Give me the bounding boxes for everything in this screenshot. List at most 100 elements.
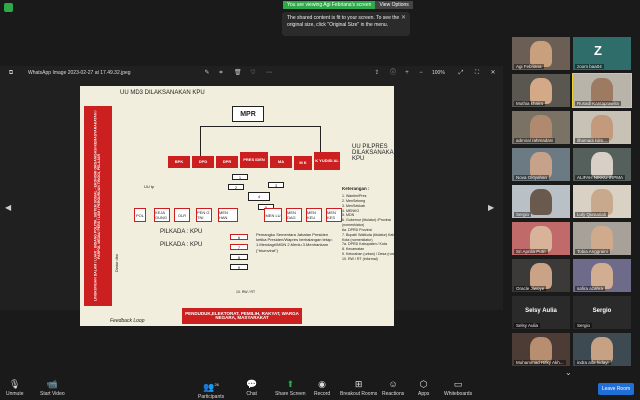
- participant-name-display: Selsy Aulia: [525, 308, 557, 314]
- row-box-menkeu: MEN KEU: [306, 208, 322, 222]
- whiteboard-icon: ▭: [453, 379, 463, 389]
- close-viewer-icon[interactable]: ✕: [490, 70, 496, 76]
- apps-button[interactable]: ⬡ Apps: [418, 379, 429, 398]
- whiteboards-button[interactable]: ▭ Whiteboards: [444, 379, 472, 398]
- leave-room-button[interactable]: Leave Room: [598, 383, 634, 395]
- record-button[interactable]: ◉ Record: [314, 379, 331, 398]
- participant-name: ilhamadi hilm...: [575, 138, 610, 143]
- unmute-button[interactable]: 🎙 Unmute: [6, 379, 24, 398]
- participant-tile[interactable]: Sergio: [512, 185, 570, 218]
- participant-name: Muhammad Rifky Akh...: [514, 360, 566, 365]
- crop-icon[interactable]: ⌗: [218, 70, 224, 76]
- prev-arrow-icon[interactable]: ◀: [5, 203, 11, 212]
- chat-button[interactable]: 💬 Chat: [246, 380, 257, 398]
- favorite-icon[interactable]: ♡: [250, 70, 256, 76]
- pemangku-text: Pemangku Sementara Jabatan Presiden keti…: [256, 232, 333, 253]
- breakout-rooms-button[interactable]: ⊞ Breakout Rooms: [340, 379, 378, 398]
- apps-icon: ⬡: [419, 379, 428, 389]
- participant-tile[interactable]: Zzoom baa04: [573, 37, 631, 70]
- pilkada-label-1: PILKADA : KPU: [160, 229, 203, 235]
- connector-line: [200, 126, 201, 156]
- participant-name: admiral rahmadani: [514, 138, 556, 143]
- slide-title: UU MD3 DILAKSANAKAN KPU: [120, 90, 205, 96]
- participant-tile[interactable]: ALIFAH NIKKU IRPMA: [573, 148, 631, 181]
- participant-tile[interactable]: Sri Aprilia Putri: [512, 222, 570, 255]
- delete-icon[interactable]: 🗑: [234, 70, 242, 76]
- participant-tile[interactable]: ilhamadi hilm...: [573, 111, 631, 144]
- close-icon[interactable]: ✕: [401, 14, 406, 22]
- viewer-toolbar: ⧉ WhatsApp Image 2023-02-27 at 17.49.32.…: [0, 66, 503, 81]
- viewer-menu-icon[interactable]: ⧉: [8, 70, 14, 76]
- participant-tile[interactable]: Rusadi Kantaprawira: [572, 73, 632, 108]
- viewer-title: WhatsApp Image 2023-02-27 at 17.49.32.jp…: [28, 70, 131, 76]
- next-arrow-icon[interactable]: ▶: [488, 203, 494, 212]
- row-box-menlu: MEN LU: [264, 208, 282, 222]
- keterangan-title: Keterangan :: [342, 186, 370, 191]
- people-icon: 👥26: [203, 382, 219, 392]
- participant-tile[interactable]: Selsy Aulia Selsy Aulia: [512, 296, 570, 329]
- fullscreen-icon[interactable]: ⛶: [474, 70, 480, 76]
- participant-name: Muthia khaira: [514, 101, 546, 106]
- security-shield-icon[interactable]: [4, 3, 13, 12]
- row-box-peng: PEN G TNI: [196, 208, 212, 222]
- num-box-4: 4: [248, 192, 270, 201]
- fit-icon[interactable]: ⤢: [458, 70, 464, 76]
- zoom-level: 100%: [432, 70, 445, 76]
- participant-name: Oracle Jiwoye: [514, 286, 547, 291]
- view-options-button[interactable]: View Options: [375, 1, 413, 9]
- participant-name-display: Sergio: [592, 308, 612, 314]
- edit-icon[interactable]: ✎: [204, 70, 210, 76]
- start-video-button[interactable]: 📹 Start Video: [40, 380, 65, 398]
- participant-tile[interactable]: admiral rahmadani: [512, 111, 570, 144]
- reactions-label: Reactions: [382, 391, 405, 397]
- record-label: Record: [314, 391, 331, 397]
- institution-mk: M K: [294, 156, 312, 170]
- participant-tile[interactable]: Sergio Sergio: [573, 296, 631, 329]
- connector-line: [200, 126, 320, 127]
- row-box-menkes: MEN KES: [326, 208, 342, 222]
- participant-tile[interactable]: Oracle Jiwoye: [512, 259, 570, 292]
- microphone-muted-icon: 🎙: [9, 379, 21, 389]
- rw-rt-label: 10. RW / RT: [236, 290, 256, 294]
- participants-button[interactable]: 👥26 Participants: [198, 380, 224, 400]
- zoom-out-icon[interactable]: −: [418, 70, 424, 76]
- chat-label: Chat: [246, 391, 257, 397]
- participant-name: Sergio: [575, 323, 593, 328]
- chevron-down-icon[interactable]: ⌄: [565, 368, 572, 377]
- participants-label: Participants: [198, 394, 225, 400]
- feedback-loop-label: Feedback Loop: [110, 318, 145, 324]
- institution-ma: MA: [270, 156, 292, 168]
- share-screen-button[interactable]: ⬆ Share Screen: [275, 379, 306, 398]
- participant-tile[interactable]: Nova Oktyahan: [512, 148, 570, 181]
- institution-dpd: DPD: [192, 156, 214, 168]
- participant-tile[interactable]: Muthia khaira: [512, 74, 570, 107]
- participant-tile[interactable]: safira azahra: [573, 259, 631, 292]
- participant-tile[interactable]: indra alfa hidayi: [573, 333, 631, 366]
- participant-tile[interactable]: Muhammad Rifky Akh...: [512, 333, 570, 366]
- more-icon[interactable]: ⋯: [266, 70, 272, 76]
- smile-icon: ☺: [388, 379, 398, 389]
- record-icon: ◉: [318, 379, 326, 389]
- pilpres-label: UU PILPRES DILAKSANAKAN KPU: [352, 144, 394, 162]
- breakout-icon: ⊞: [354, 379, 363, 389]
- share-icon[interactable]: ⇪: [374, 70, 380, 76]
- institution-ky: K YUDISI AL: [314, 152, 340, 170]
- participant-name: Sergio: [514, 212, 532, 217]
- reactions-button[interactable]: ☺ Reactions: [382, 379, 405, 398]
- participant-name: zoom baa04: [575, 64, 604, 69]
- info-icon[interactable]: ⓘ: [390, 70, 396, 76]
- participant-name: ALIFAH NIKKU IRPMA: [575, 175, 626, 180]
- avatar-letter: Z: [594, 43, 602, 58]
- institution-presiden: PRES IDEN: [240, 152, 268, 168]
- participant-tile[interactable]: Luly Qumariah: [573, 185, 631, 218]
- zoom-in-icon[interactable]: +: [404, 70, 410, 76]
- participant-tile[interactable]: Tobia Anggraini: [573, 222, 631, 255]
- share-screen-icon: ⬆: [286, 379, 295, 389]
- keterangan-list: 1. Wantim/Pres 2. MenSekneg 3. MenSekkab…: [342, 194, 394, 261]
- participant-name: Selsy Aulia: [514, 323, 541, 328]
- participant-tile[interactable]: Agi Febriana: [512, 37, 570, 70]
- participant-name: Sri Aprilia Putri: [514, 249, 548, 254]
- breakout-label: Breakout Rooms: [340, 391, 378, 397]
- diatur-label: Diatur dlm: [114, 254, 119, 273]
- fit-screen-tooltip: The shared content is fit to your screen…: [282, 12, 410, 36]
